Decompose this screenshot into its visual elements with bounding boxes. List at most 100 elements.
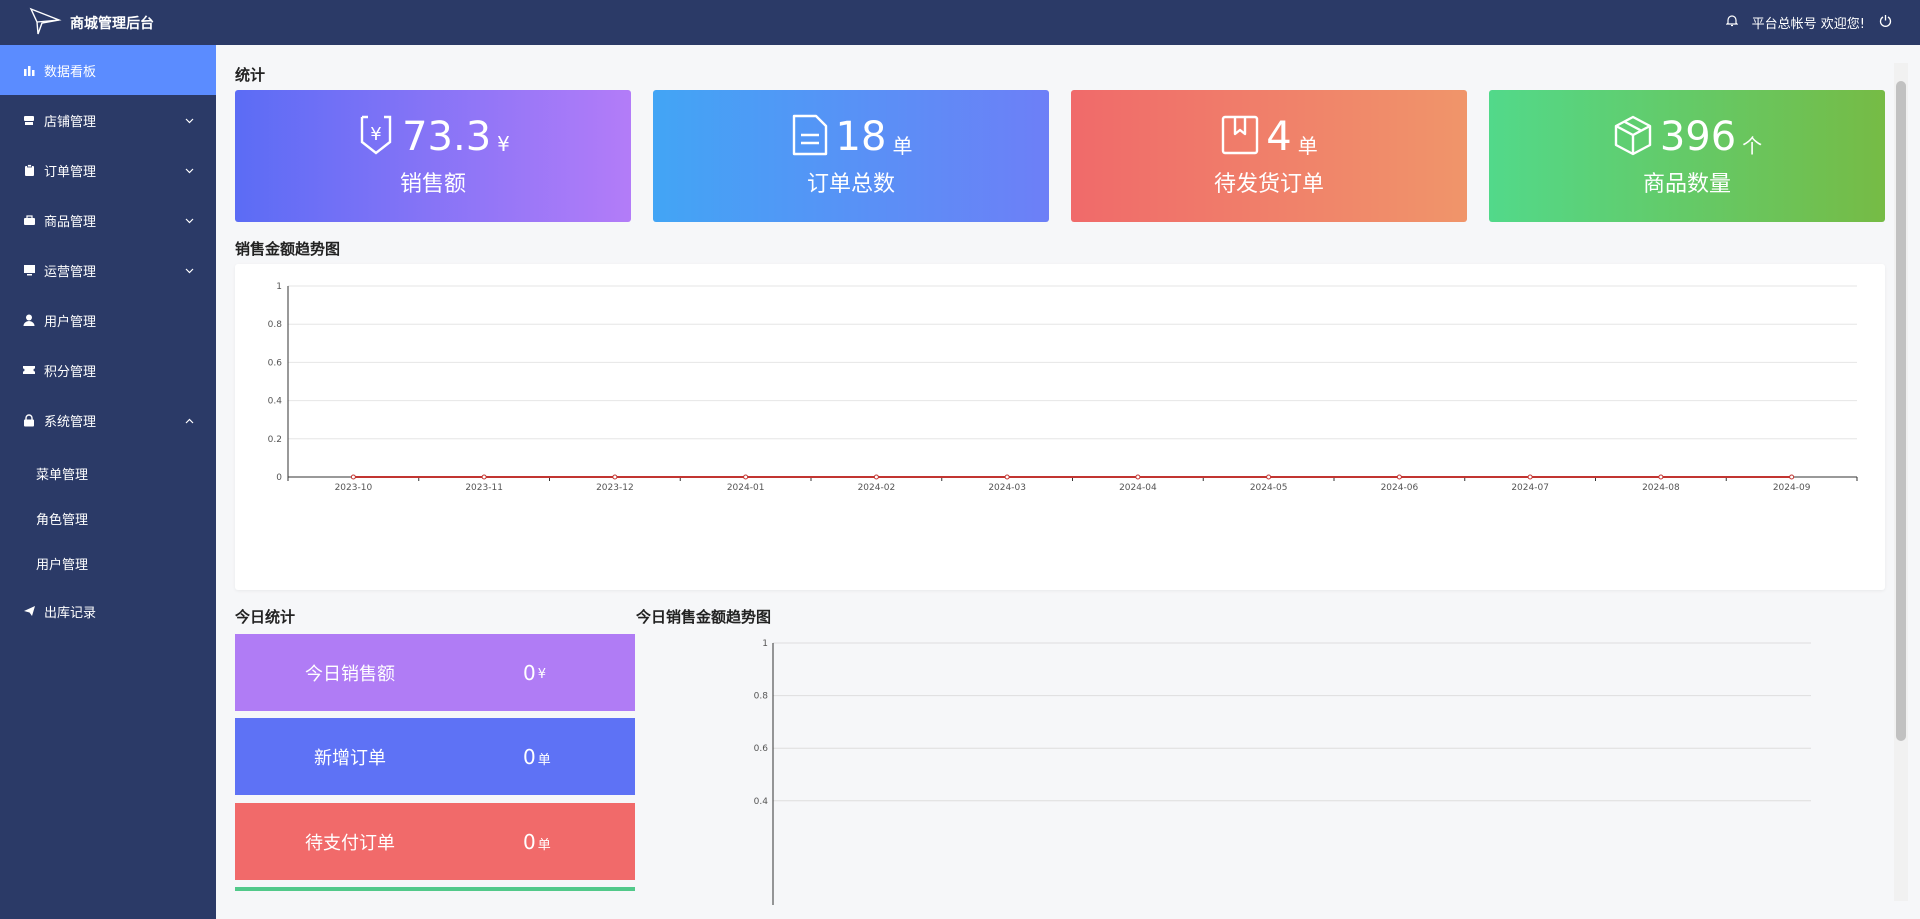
sidebar-item-label: 系统管理 bbox=[44, 414, 97, 430]
data-point bbox=[1789, 474, 1795, 480]
x-tick-label: 2024-07 bbox=[1511, 483, 1549, 493]
today-card-unit: 单 bbox=[537, 838, 551, 853]
stat-card-orders[interactable]: 18 单 订单总数 bbox=[653, 90, 1049, 222]
data-point bbox=[481, 474, 487, 480]
send-icon bbox=[22, 604, 36, 618]
data-point bbox=[1396, 474, 1402, 480]
shop-icon bbox=[22, 113, 36, 127]
sidebar-item-dashboard[interactable]: 数据看板 bbox=[0, 45, 216, 95]
today-card-unit: 单 bbox=[537, 753, 551, 768]
y-tick-label: 0.8 bbox=[268, 320, 283, 330]
cube-icon bbox=[1612, 114, 1654, 160]
y-tick-label: 1 bbox=[762, 639, 768, 649]
x-tick-label: 2024-01 bbox=[727, 483, 765, 493]
sidebar-item-label: 店铺管理 bbox=[44, 114, 97, 130]
monitor-icon bbox=[22, 263, 36, 277]
y-tick-label: 0.6 bbox=[754, 744, 769, 754]
top-bar: 商城管理后台 平台总帐号 欢迎您! bbox=[0, 0, 1920, 45]
x-tick-label: 2024-09 bbox=[1773, 483, 1811, 493]
x-tick-label: 2023-10 bbox=[335, 483, 373, 493]
y-tick-label: 0.8 bbox=[754, 692, 769, 702]
sidebar-subitem-menu[interactable]: 菜单管理 bbox=[0, 451, 216, 496]
y-tick-label: 0.4 bbox=[268, 397, 283, 407]
sidebar-item-operations[interactable]: 运营管理 bbox=[0, 245, 216, 295]
today-card-label: 待支付订单 bbox=[305, 832, 395, 854]
sidebar-item-points[interactable]: 积分管理 bbox=[0, 345, 216, 395]
sidebar-item-products[interactable]: 商品管理 bbox=[0, 195, 216, 245]
trend-chart: 0 0.2 0.4 0.6 0.8 1 2023-10 2023-11 2023-12 2024-… bbox=[268, 282, 1858, 493]
power-icon[interactable] bbox=[1879, 14, 1892, 31]
today-card-pending-payment[interactable]: 待支付订单 0单 bbox=[235, 803, 635, 880]
scrollbar-thumb[interactable] bbox=[1896, 81, 1906, 741]
sidebar-item-outbound[interactable]: 出库记录 bbox=[0, 586, 216, 636]
vertical-scrollbar[interactable] bbox=[1894, 63, 1908, 901]
trend-chart-panel: 0 0.2 0.4 0.6 0.8 1 2023-10 2023-11 2023-12 2024-… bbox=[235, 264, 1885, 590]
x-tick-label: 2024-06 bbox=[1381, 483, 1419, 493]
sidebar-item-label: 积分管理 bbox=[44, 364, 97, 380]
stat-value: 4 bbox=[1266, 114, 1292, 160]
x-tick-label: 2024-03 bbox=[988, 483, 1026, 493]
data-point bbox=[1004, 474, 1010, 480]
stat-unit: 单 bbox=[892, 133, 913, 158]
chevron-down-icon bbox=[185, 163, 194, 178]
account-greeting[interactable]: 平台总帐号 欢迎您! bbox=[1752, 13, 1865, 32]
x-tick-label: 2024-05 bbox=[1250, 483, 1288, 493]
stat-value: 396 bbox=[1659, 114, 1737, 160]
data-point bbox=[350, 474, 356, 480]
trend-title: 销售金额趋势图 bbox=[235, 240, 341, 258]
stat-label: 商品数量 bbox=[1642, 172, 1731, 197]
sidebar-item-shop[interactable]: 店铺管理 bbox=[0, 95, 216, 145]
brand: 商城管理后台 bbox=[0, 6, 154, 40]
stat-label: 销售额 bbox=[399, 172, 466, 197]
sidebar-item-users[interactable]: 用户管理 bbox=[0, 295, 216, 345]
today-card-sales[interactable]: 今日销售额 0 ¥ bbox=[235, 634, 635, 711]
today-card-next-edge bbox=[235, 887, 635, 891]
today-card-value: 0 bbox=[523, 744, 536, 769]
app-title: 商城管理后台 bbox=[70, 15, 154, 32]
stats-title: 统计 bbox=[235, 66, 266, 84]
data-point bbox=[873, 474, 879, 480]
document-icon bbox=[790, 114, 830, 160]
sidebar-item-label: 出库记录 bbox=[44, 605, 97, 621]
stat-value: 18 bbox=[835, 114, 887, 160]
sidebar-item-system[interactable]: 系统管理 bbox=[0, 395, 216, 445]
stat-card-sales[interactable]: ¥ 73.3 ¥ 销售额 bbox=[235, 90, 631, 222]
today-card-value: 0 bbox=[523, 829, 536, 854]
today-trend-title: 今日销售金额趋势图 bbox=[636, 608, 772, 626]
stat-unit: 个 bbox=[1742, 133, 1763, 158]
main-content: 统计 ¥ 73.3 ¥ 销售额 18 单 订单总数 4 单 待发货订单 396 … bbox=[216, 45, 1920, 919]
sidebar-subitem-users[interactable]: 用户管理 bbox=[0, 541, 216, 586]
x-tick-label: 2024-08 bbox=[1642, 483, 1680, 493]
data-point bbox=[1266, 474, 1272, 480]
y-tick-label: 0.2 bbox=[268, 435, 282, 445]
y-tick-label: 0.6 bbox=[268, 358, 283, 368]
today-card-new-orders[interactable]: 新增订单 0单 bbox=[235, 718, 635, 795]
stat-label: 订单总数 bbox=[806, 172, 895, 197]
sidebar: 数据看板 店铺管理 订单管理 商品管理 运营管理 用户管理 积分管理 系统管理 … bbox=[0, 45, 216, 919]
ticket-icon bbox=[22, 363, 36, 377]
chevron-up-icon bbox=[185, 413, 194, 428]
y-tick-label: 1 bbox=[276, 282, 282, 292]
svg-text:¥: ¥ bbox=[370, 124, 381, 145]
y-tick-label: 0.4 bbox=[754, 797, 769, 807]
today-card-label: 今日销售额 bbox=[305, 663, 395, 685]
x-tick-label: 2024-02 bbox=[858, 483, 896, 493]
chevron-down-icon bbox=[185, 263, 194, 278]
sidebar-subitem-roles[interactable]: 角色管理 bbox=[0, 496, 216, 541]
chevron-down-icon bbox=[185, 113, 194, 128]
x-tick-label: 2023-12 bbox=[596, 483, 634, 493]
data-point bbox=[612, 474, 618, 480]
sidebar-item-label: 运营管理 bbox=[44, 264, 97, 280]
sidebar-item-orders[interactable]: 订单管理 bbox=[0, 145, 216, 195]
today-card-label: 新增订单 bbox=[314, 747, 386, 769]
data-point bbox=[743, 474, 749, 480]
sidebar-item-label: 商品管理 bbox=[44, 214, 97, 230]
x-tick-label: 2024-04 bbox=[1119, 483, 1157, 493]
sidebar-item-label: 数据看板 bbox=[44, 64, 97, 80]
money-tag-icon: ¥ bbox=[356, 114, 396, 160]
lock-icon bbox=[22, 413, 36, 427]
stat-card-products[interactable]: 396 个 商品数量 bbox=[1489, 90, 1885, 222]
stat-card-pending-shipment[interactable]: 4 单 待发货订单 bbox=[1071, 90, 1467, 222]
bar-chart-icon bbox=[22, 63, 36, 77]
bell-icon[interactable] bbox=[1725, 14, 1739, 31]
